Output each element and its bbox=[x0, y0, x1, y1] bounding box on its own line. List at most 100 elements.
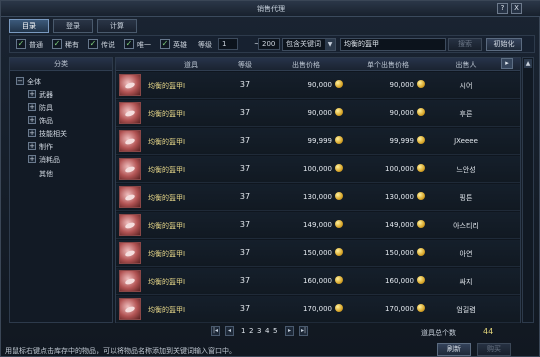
item-unit-price: 170,000 bbox=[385, 305, 414, 313]
table-scrollbar[interactable]: ▲ bbox=[522, 57, 534, 323]
item-unit-price: 130,000 bbox=[385, 193, 414, 201]
gold-coin-icon bbox=[417, 136, 425, 144]
armor-item-icon[interactable] bbox=[119, 242, 141, 264]
seller-name: JXeeee bbox=[454, 137, 478, 145]
level-label: 等级 bbox=[198, 41, 212, 49]
item-name: 均衡的盔甲I bbox=[148, 278, 186, 286]
item-unit-price: 150,000 bbox=[385, 249, 414, 257]
item-name: 均衡的盔甲I bbox=[148, 194, 186, 202]
page-2[interactable]: 2 bbox=[249, 327, 253, 335]
table-row[interactable]: 均衡的盔甲I 37 100,000 100,000 느안성 bbox=[116, 156, 520, 183]
gold-coin-icon bbox=[335, 192, 343, 200]
refresh-button[interactable]: 刷新 bbox=[437, 343, 471, 356]
prev-page-button[interactable]: ◂ bbox=[225, 326, 234, 336]
gold-coin-icon bbox=[417, 192, 425, 200]
chevron-down-icon[interactable]: ▼ bbox=[325, 39, 335, 50]
check-icon: ✓ bbox=[124, 39, 134, 49]
expand-icon[interactable]: + bbox=[28, 90, 36, 98]
buy-button[interactable]: 购买 bbox=[477, 343, 511, 356]
item-price: 99,999 bbox=[307, 137, 333, 145]
search-button[interactable]: 搜索 bbox=[448, 38, 482, 51]
armor-item-icon[interactable] bbox=[119, 158, 141, 180]
item-level: 37 bbox=[239, 80, 251, 89]
match-mode-select[interactable]: 包含关键词 ▼ bbox=[282, 38, 336, 51]
gold-coin-icon bbox=[335, 248, 343, 256]
gold-coin-icon bbox=[417, 248, 425, 256]
scroll-up-icon[interactable]: ▲ bbox=[524, 59, 532, 68]
armor-item-icon[interactable] bbox=[119, 186, 141, 208]
table-row[interactable]: 均衡的盔甲I 37 170,000 170,000 엄길렴 bbox=[116, 296, 520, 323]
collapse-icon[interactable]: − bbox=[16, 77, 24, 85]
gold-coin-icon bbox=[335, 164, 343, 172]
window-title: 销售代理 bbox=[257, 5, 285, 13]
gold-coin-icon bbox=[417, 108, 425, 116]
table-row[interactable]: 均衡的盔甲I 37 149,000 149,000 아스티리 bbox=[116, 212, 520, 239]
expand-icon[interactable]: + bbox=[28, 155, 36, 163]
item-unit-price: 160,000 bbox=[385, 277, 414, 285]
item-name: 均衡的盔甲I bbox=[148, 250, 186, 258]
item-unit-price: 99,999 bbox=[389, 137, 415, 145]
gold-coin-icon bbox=[417, 80, 425, 88]
close-button[interactable]: X bbox=[511, 3, 522, 14]
tab-catalog[interactable]: 目录 bbox=[9, 19, 49, 33]
check-icon: ✓ bbox=[16, 39, 26, 49]
armor-item-icon[interactable] bbox=[119, 270, 141, 292]
item-level: 37 bbox=[239, 164, 251, 173]
expand-icon[interactable]: + bbox=[28, 142, 36, 150]
listing-table: 道具 等级 出售价格 单个出售价格 出售人 均衡的盔甲I 37 90,000 90,0… bbox=[115, 57, 521, 323]
tab-calculate[interactable]: 计算 bbox=[97, 19, 137, 33]
table-row[interactable]: 均衡的盔甲I 37 130,000 130,000 핑튼 bbox=[116, 184, 520, 211]
armor-item-icon[interactable] bbox=[119, 102, 141, 124]
header-item[interactable]: 道具 bbox=[148, 60, 234, 70]
last-page-button[interactable]: ▸| bbox=[299, 326, 308, 336]
table-row[interactable]: 均衡的盔甲I 37 90,000 90,000 후른 bbox=[116, 100, 520, 127]
item-name: 均衡的盔甲I bbox=[148, 110, 186, 118]
armor-item-icon[interactable] bbox=[119, 214, 141, 236]
help-button[interactable]: ? bbox=[497, 3, 508, 14]
level-min-input[interactable]: 1 bbox=[218, 38, 238, 50]
item-price: 90,000 bbox=[307, 81, 333, 89]
armor-item-icon[interactable] bbox=[119, 130, 141, 152]
armor-item-icon[interactable] bbox=[119, 298, 141, 320]
armor-item-icon[interactable] bbox=[119, 74, 141, 96]
item-level: 37 bbox=[239, 220, 251, 229]
item-name: 均衡的盔甲I bbox=[148, 222, 186, 230]
page-3[interactable]: 3 bbox=[257, 327, 261, 335]
item-level: 37 bbox=[239, 136, 251, 145]
gold-coin-icon bbox=[417, 220, 425, 228]
item-name: 均衡的盔甲I bbox=[148, 82, 186, 90]
item-price: 90,000 bbox=[307, 109, 333, 117]
page-1[interactable]: 1 bbox=[241, 327, 245, 335]
expand-icon[interactable]: + bbox=[28, 116, 36, 124]
item-price: 160,000 bbox=[303, 277, 332, 285]
gold-coin-icon bbox=[335, 136, 343, 144]
level-max-input[interactable]: 200 bbox=[258, 38, 280, 50]
check-icon: ✓ bbox=[52, 39, 62, 49]
table-row[interactable]: 均衡的盔甲I 37 160,000 160,000 싸지 bbox=[116, 268, 520, 295]
gold-coin-icon bbox=[335, 108, 343, 116]
first-page-button[interactable]: |◂ bbox=[211, 326, 220, 336]
expand-icon[interactable]: + bbox=[28, 129, 36, 137]
scroll-right-icon[interactable]: ▸ bbox=[501, 58, 513, 69]
header-seller[interactable]: 出售人 bbox=[436, 60, 496, 70]
page-4[interactable]: 4 bbox=[265, 327, 269, 335]
header-level[interactable]: 等级 bbox=[230, 60, 260, 70]
table-row[interactable]: 均衡的盔甲I 37 99,999 99,999 JXeeee bbox=[116, 128, 520, 155]
title-bar[interactable]: 销售代理 ? X bbox=[1, 1, 540, 17]
table-row[interactable]: 均衡的盔甲I 37 90,000 90,000 시어 bbox=[116, 72, 520, 99]
item-name: 均衡的盔甲I bbox=[148, 306, 186, 314]
next-page-button[interactable]: ▸ bbox=[285, 326, 294, 336]
tab-register[interactable]: 登录 bbox=[53, 19, 93, 33]
header-unit-price[interactable]: 单个出售价格 bbox=[348, 60, 428, 70]
page-5[interactable]: 5 bbox=[273, 327, 277, 335]
item-level: 37 bbox=[239, 248, 251, 257]
status-hint: 用鼠标右键点击库存中的物品，可以将物品名称添加到关键词输入窗口中。 bbox=[5, 347, 236, 355]
item-price: 130,000 bbox=[303, 193, 332, 201]
keyword-input[interactable]: 均衡的盔甲 bbox=[340, 38, 446, 51]
seller-name: 아스티리 bbox=[453, 222, 479, 230]
reset-button[interactable]: 初始化 bbox=[486, 38, 522, 51]
table-row[interactable]: 均衡的盔甲I 37 150,000 150,000 아연 bbox=[116, 240, 520, 267]
expand-icon[interactable]: + bbox=[28, 103, 36, 111]
header-price[interactable]: 出售价格 bbox=[266, 60, 346, 70]
item-level: 37 bbox=[239, 108, 251, 117]
